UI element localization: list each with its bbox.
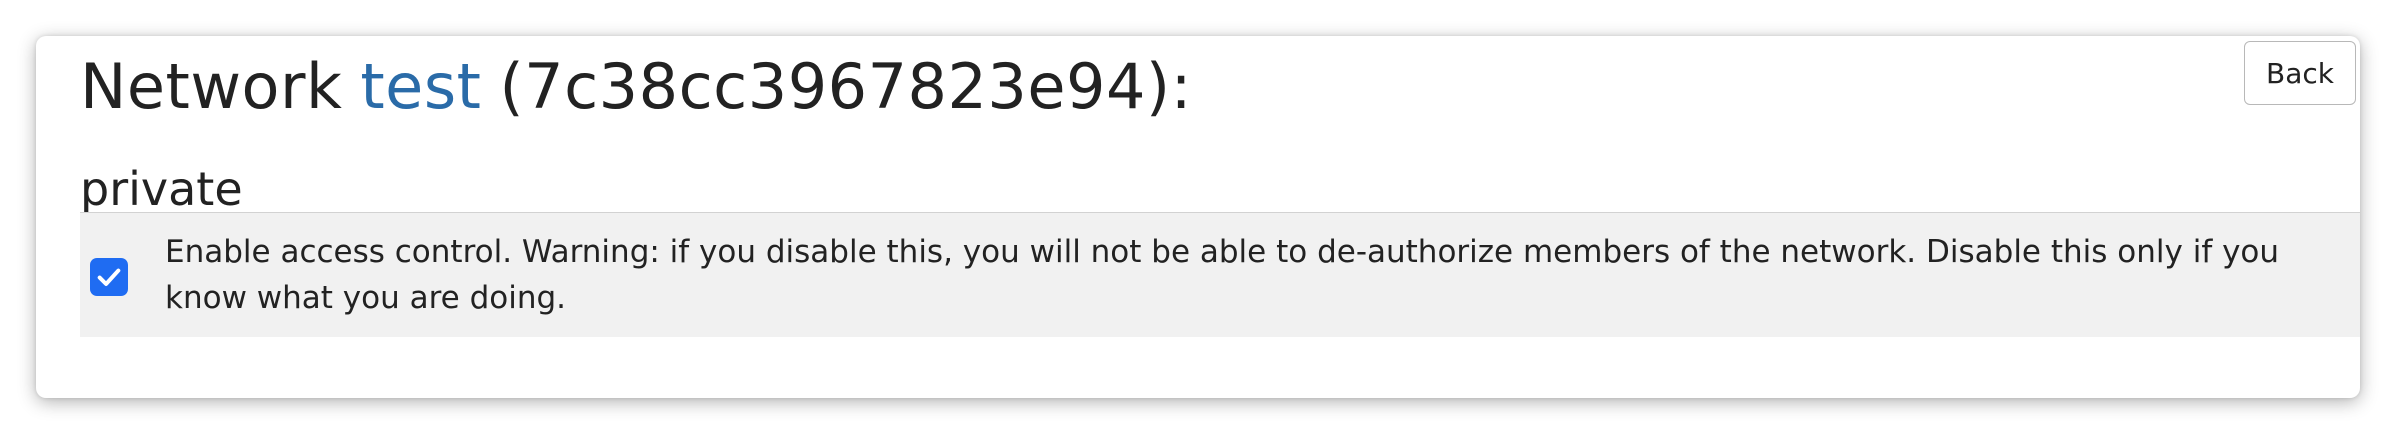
network-panel: Network test (7c38cc3967823e94): Back pr…	[36, 36, 2360, 398]
access-control-label: Enable access control. Warning: if you d…	[165, 234, 2280, 316]
title-prefix: Network	[80, 49, 343, 123]
access-control-setting: Enable access control. Warning: if you d…	[80, 213, 2360, 337]
network-name-link[interactable]: test	[360, 50, 481, 123]
access-control-checkbox[interactable]	[90, 258, 128, 296]
back-button[interactable]: Back	[2244, 41, 2356, 105]
section-title: private	[80, 162, 243, 216]
page-title: Network test (7c38cc3967823e94):	[80, 36, 1192, 136]
checkmark-icon	[97, 268, 121, 286]
network-id: (7c38cc3967823e94):	[499, 49, 1192, 123]
